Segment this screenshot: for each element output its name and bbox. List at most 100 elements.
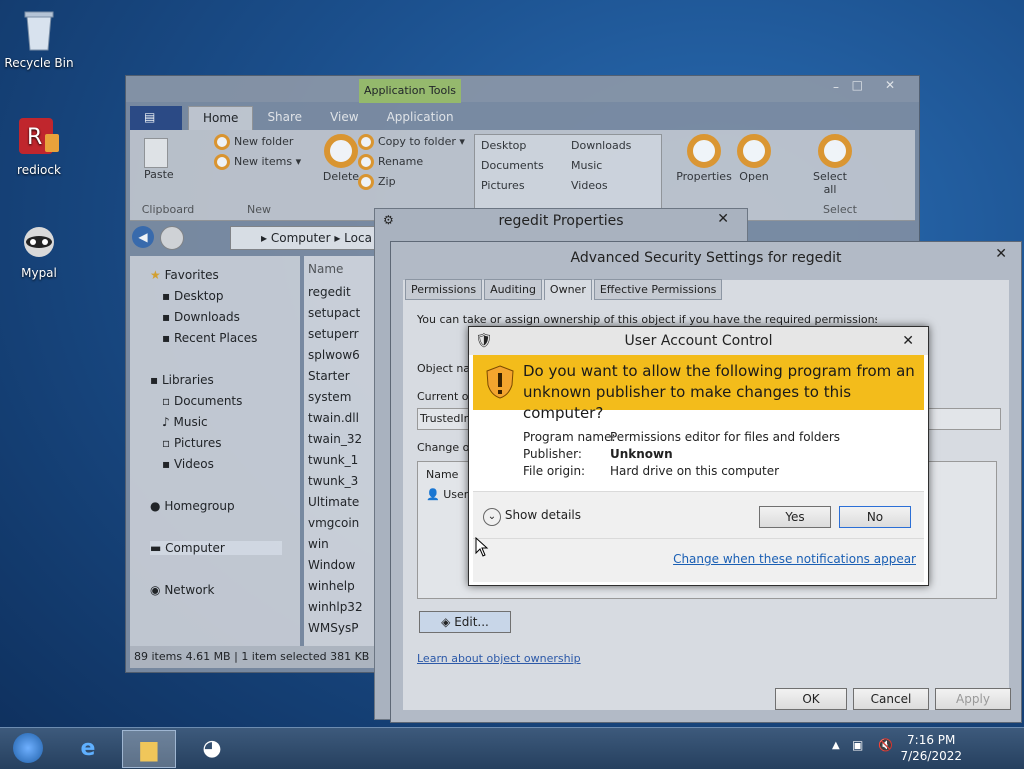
list-item[interactable]: setuperr (308, 327, 359, 341)
close-button[interactable]: ✕ (885, 78, 895, 92)
apply-button[interactable]: Apply (935, 688, 1011, 710)
cancel-button[interactable]: Cancel (853, 688, 929, 710)
shield-icon: ⚙ (383, 213, 394, 227)
tab-view[interactable]: View (316, 106, 372, 130)
place-videos[interactable]: Videos (571, 179, 608, 192)
list-item[interactable]: vmgcoin (308, 516, 359, 530)
network-icon[interactable]: ▣ (852, 738, 863, 752)
breadcrumb-local[interactable]: Loca (344, 231, 372, 245)
file-origin-value: Hard drive on this computer (610, 464, 780, 478)
close-button[interactable]: ✕ (902, 327, 914, 355)
nav-downloads[interactable]: ▪ Downloads (162, 310, 240, 324)
new-items-button[interactable]: New items ▾ (214, 154, 304, 170)
desktop-icon-mypal[interactable]: Mypal (1, 218, 77, 280)
nav-pictures[interactable]: ▫ Pictures (162, 436, 222, 450)
show-details-toggle[interactable]: ⌄ Show details (483, 508, 581, 526)
nav-documents[interactable]: ▫ Documents (162, 394, 242, 408)
properties-button[interactable]: Properties (676, 134, 732, 216)
place-documents[interactable]: Documents (481, 159, 544, 172)
nav-network[interactable]: ◉ Network (150, 583, 214, 597)
tab-auditing[interactable]: Auditing (484, 279, 542, 300)
rename-button[interactable]: Rename (358, 154, 468, 170)
new-folder-button[interactable]: New folder (214, 134, 304, 150)
system-clock[interactable]: 7:16 PM 7/26/2022 (900, 732, 962, 764)
nav-homegroup[interactable]: ● Homegroup (150, 499, 235, 513)
learn-link[interactable]: Learn about object ownership (417, 652, 581, 665)
minimize-button[interactable]: – (833, 80, 839, 94)
chevron-up-icon[interactable]: ▲ (832, 740, 840, 751)
mouse-cursor-icon (475, 537, 489, 557)
nav-videos[interactable]: ▪ Videos (162, 457, 214, 471)
taskbar-ie[interactable]: e (62, 730, 114, 766)
paste-button[interactable]: Paste (144, 168, 198, 181)
nav-computer[interactable]: ▬ Computer (150, 541, 282, 555)
list-item[interactable]: regedit (308, 285, 351, 299)
list-item[interactable]: twain_32 (308, 432, 362, 446)
ok-button[interactable]: OK (775, 688, 847, 710)
nav-label: Desktop (173, 289, 224, 303)
tab-owner[interactable]: Owner (543, 279, 592, 300)
desktop-icon-rediock[interactable]: R rediock (1, 115, 77, 177)
back-icon[interactable]: ◀ (132, 226, 154, 248)
nav-desktop[interactable]: ▪ Desktop (162, 289, 223, 303)
tab-permissions[interactable]: Permissions (405, 279, 483, 300)
uac-question: Do you want to allow the following progr… (523, 362, 915, 422)
yes-button[interactable]: Yes (759, 506, 831, 528)
maximize-button[interactable]: □ (852, 78, 863, 92)
place-pictures[interactable]: Pictures (481, 179, 525, 192)
list-item[interactable]: win (308, 537, 329, 551)
forward-icon[interactable] (160, 226, 184, 250)
column-header-name[interactable]: Name (308, 262, 343, 276)
file-tab[interactable]: ▤ (130, 106, 182, 130)
homegroup-icon: ● (150, 499, 161, 513)
desktop-icon-label: rediock (17, 163, 61, 177)
nav-recent-places[interactable]: ▪ Recent Places (162, 331, 257, 345)
desktop-icon-recycle-bin[interactable]: Recycle Bin (1, 8, 77, 70)
open-button[interactable]: Open (734, 134, 774, 216)
taskbar-explorer[interactable]: ▆ (122, 730, 176, 768)
svg-text:R: R (27, 125, 42, 150)
folder-icon: ▪ (162, 331, 171, 345)
list-item[interactable]: 👤 User (426, 488, 468, 501)
list-item[interactable]: twain.dll (308, 411, 359, 425)
list-item[interactable]: system (308, 390, 351, 404)
list-item[interactable]: winhlp32 (308, 600, 363, 614)
list-item[interactable]: splwow6 (308, 348, 360, 362)
change-notifications-link[interactable]: Change when these notifications appear (673, 552, 916, 566)
list-item[interactable]: winhelp (308, 579, 355, 593)
tab-home[interactable]: Home (188, 106, 254, 130)
tab-share[interactable]: Share (253, 106, 316, 130)
taskbar-mypal[interactable]: ◕ (186, 730, 238, 766)
list-item[interactable]: setupact (308, 306, 360, 320)
list-item[interactable]: Ultimate (308, 495, 359, 509)
breadcrumb-computer[interactable]: Computer (271, 231, 331, 245)
list-item[interactable]: twunk_3 (308, 474, 358, 488)
copy-to-folder-button[interactable]: Copy to folder ▾ (358, 134, 468, 150)
volume-muted-icon[interactable]: 🔇 (878, 738, 893, 752)
select-all-button[interactable]: Select all (810, 170, 850, 196)
nav-favorites[interactable]: ★ Favorites (150, 268, 219, 282)
nav-label: Computer (165, 541, 225, 555)
tab-application[interactable]: Application (373, 106, 468, 130)
list-item[interactable]: Window (308, 558, 355, 572)
edit-button[interactable]: ◈ Edit... (419, 611, 511, 633)
list-item[interactable]: twunk_1 (308, 453, 358, 467)
tab-effective-permissions[interactable]: Effective Permissions (593, 279, 723, 300)
list-item[interactable]: Starter (308, 369, 350, 383)
place-desktop[interactable]: Desktop (481, 139, 526, 152)
close-button[interactable]: ✕ (995, 246, 1007, 262)
nav-libraries[interactable]: ▪ Libraries (150, 373, 214, 387)
status-item-count: 89 items (134, 650, 183, 663)
place-music[interactable]: Music (571, 159, 602, 172)
list-item[interactable]: WMSysP (308, 621, 358, 635)
close-button[interactable]: ✕ (717, 211, 729, 227)
place-downloads[interactable]: Downloads (571, 139, 631, 152)
no-button[interactable]: No (839, 506, 911, 528)
start-button[interactable] (2, 730, 54, 766)
nav-music[interactable]: ♪ Music (162, 415, 208, 429)
explorer-titlebar[interactable]: Application Tools – □ ✕ (126, 76, 919, 103)
ribbon-tabs: ▤ Home Share View Application (130, 106, 915, 130)
zip-button[interactable]: Zip (358, 174, 468, 190)
nav-label: Videos (173, 457, 214, 471)
windows-logo-icon (13, 733, 43, 763)
